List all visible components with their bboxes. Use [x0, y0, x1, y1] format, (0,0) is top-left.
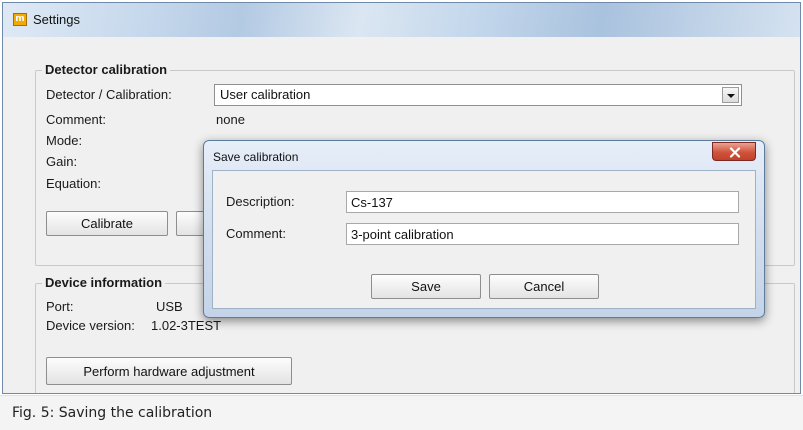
- caption-text: Fig. 5: Saving the calibration: [12, 405, 213, 421]
- mode-label: Mode:: [46, 133, 83, 148]
- detector-calibration-value: User calibration: [220, 87, 311, 102]
- title-bar[interactable]: m Settings: [3, 3, 800, 37]
- dialog-body: Description: Cs-137 Comment: 3-point cal…: [212, 170, 756, 309]
- app-m-icon: m: [13, 13, 27, 26]
- close-icon: [729, 147, 741, 158]
- perform-hardware-adjustment-button[interactable]: Perform hardware adjustment: [46, 357, 292, 385]
- description-label: Description:: [226, 194, 295, 209]
- dialog-title[interactable]: Save calibration: [213, 150, 298, 164]
- description-value: Cs-137: [351, 195, 393, 210]
- equation-label: Equation:: [46, 176, 101, 191]
- close-button[interactable]: [712, 142, 756, 161]
- comment-label: Comment:: [46, 112, 106, 127]
- device-version-value: 1.02-3TEST: [151, 318, 222, 333]
- gain-label: Gain:: [46, 154, 78, 169]
- comment-value: 3-point calibration: [351, 227, 454, 242]
- detector-calibration-label: Detector / Calibration:: [46, 87, 172, 102]
- figure-caption: Fig. 5: Saving the calibration: [0, 395, 803, 430]
- comment-label: Comment:: [226, 226, 286, 241]
- save-calibration-dialog: Save calibration Description: Cs-137 Com…: [203, 140, 765, 318]
- port-label: Port:: [46, 299, 74, 314]
- detector-calibration-legend: Detector calibration: [42, 62, 171, 77]
- port-value: USB: [156, 299, 183, 314]
- cancel-button[interactable]: Cancel: [489, 274, 599, 299]
- detector-calibration-combobox[interactable]: User calibration: [214, 84, 742, 106]
- window-title: Settings: [33, 12, 80, 27]
- device-version-label: Device version:: [46, 318, 135, 333]
- device-information-legend: Device information: [42, 275, 166, 290]
- comment-value: none: [216, 112, 245, 127]
- comment-input[interactable]: 3-point calibration: [346, 223, 739, 245]
- description-input[interactable]: Cs-137: [346, 191, 739, 213]
- calibrate-button[interactable]: Calibrate: [46, 211, 168, 236]
- chevron-down-icon[interactable]: [722, 87, 739, 103]
- save-button[interactable]: Save: [371, 274, 481, 299]
